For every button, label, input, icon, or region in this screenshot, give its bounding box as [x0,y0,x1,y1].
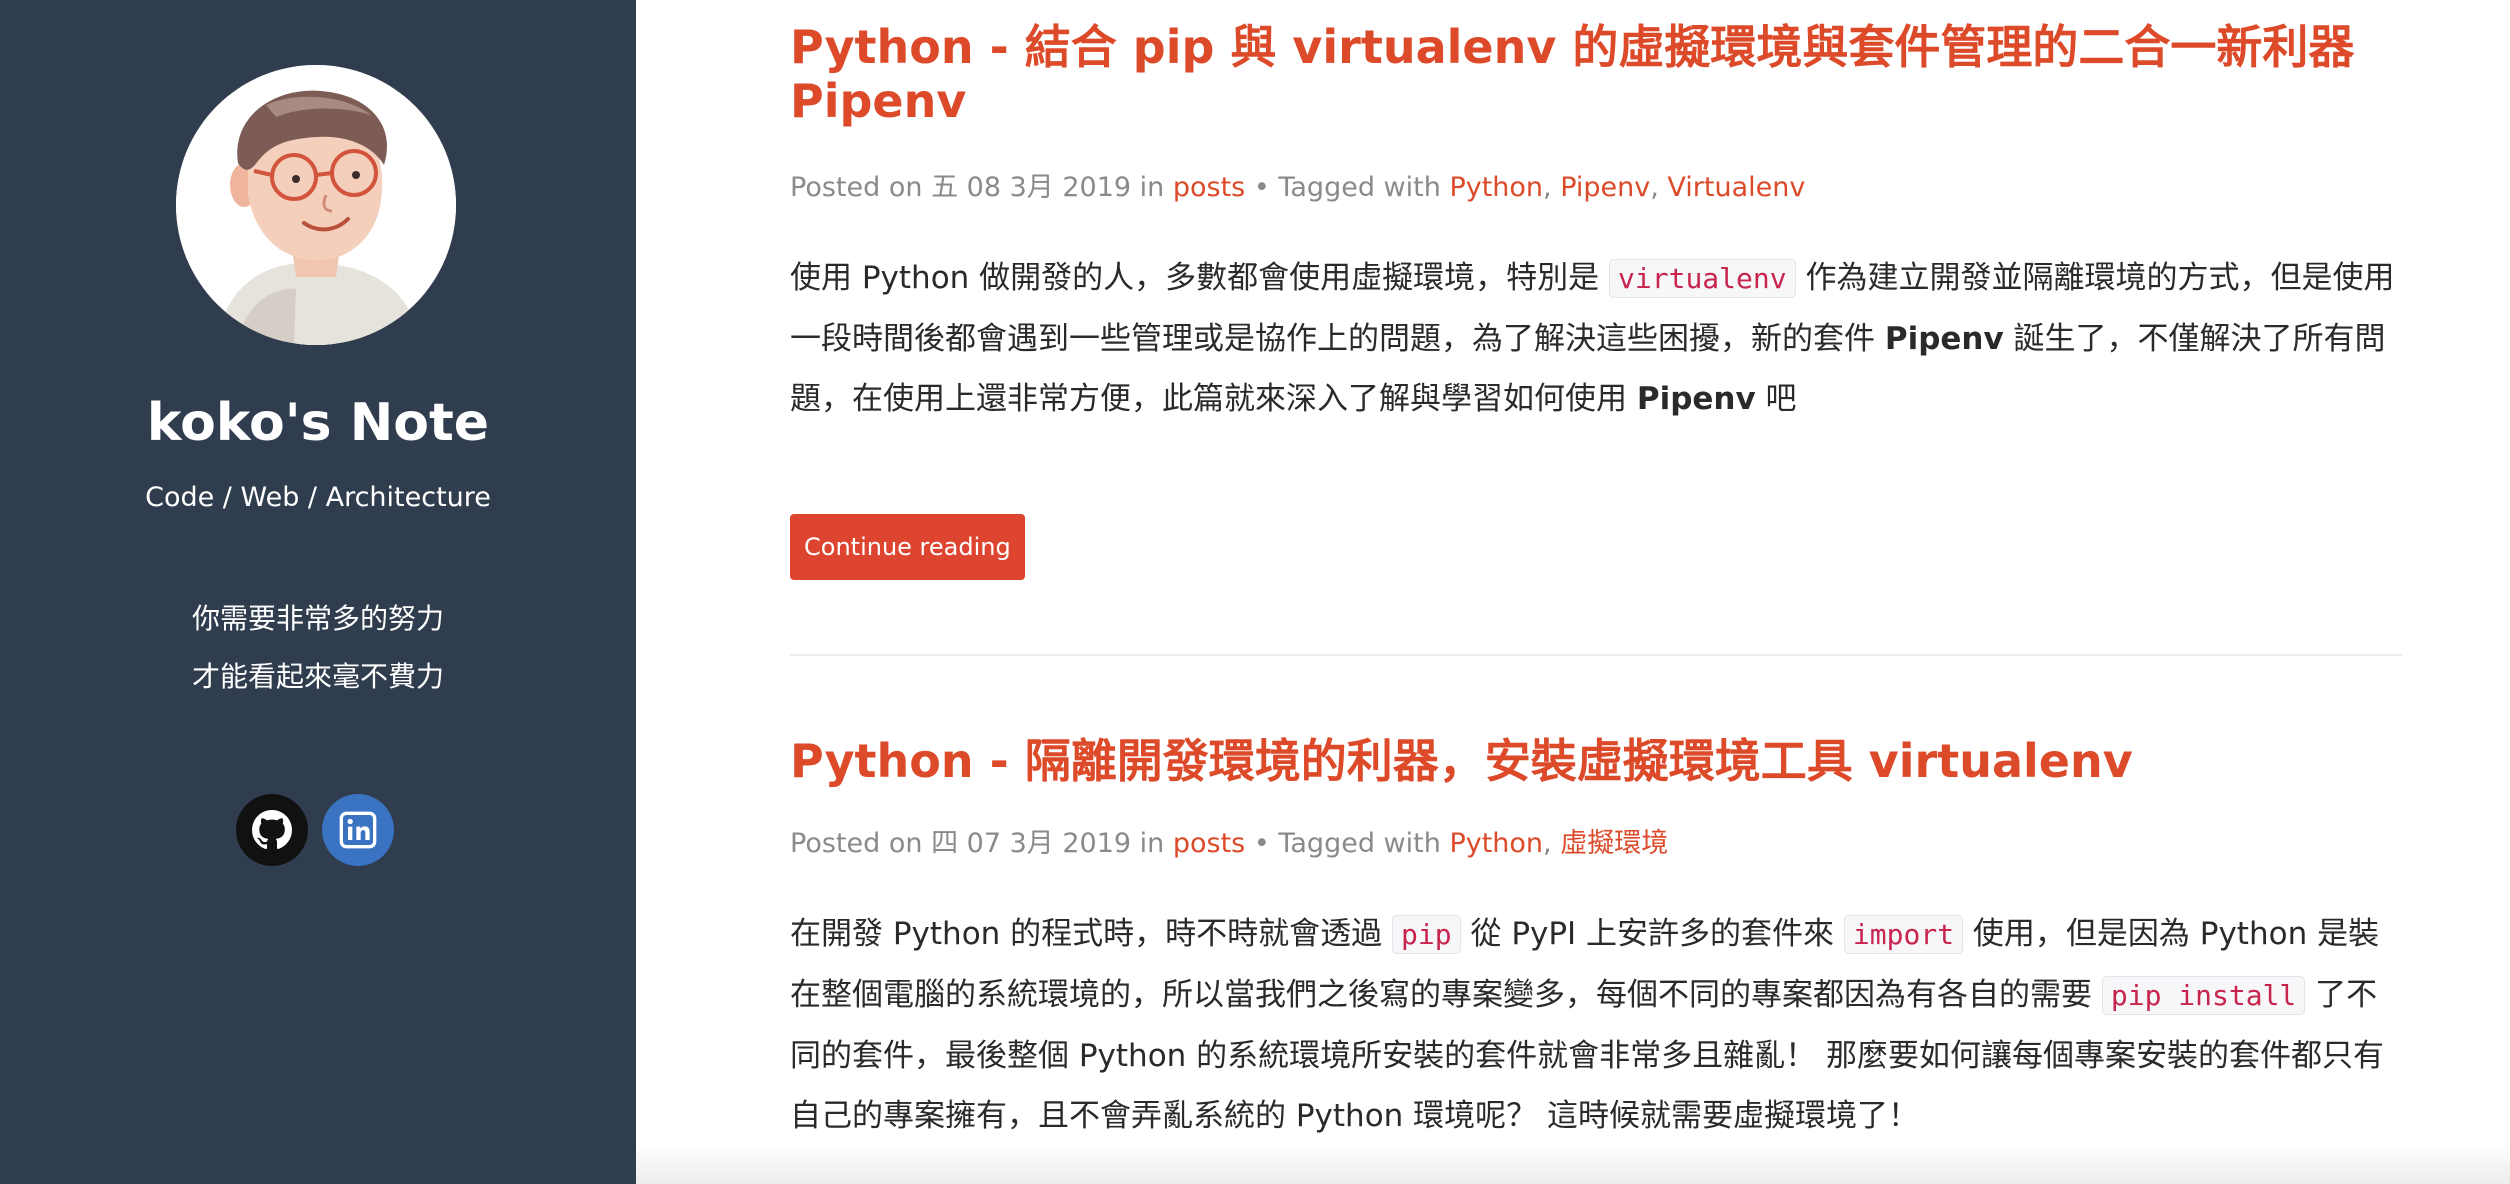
summary-text: 從 PyPI 上安許多的套件來 [1460,916,1844,952]
post-date: 四 07 3月 2019 [931,828,1132,859]
post-title[interactable]: Python - 結合 pip 與 virtualenv 的虛擬環境與套件管理的… [790,20,2402,128]
bottom-fade [636,1144,2510,1184]
tag-link[interactable]: Pipenv [1560,172,1650,203]
meta-label: • Tagged with [1253,828,1441,859]
post-summary: 在開發 Python 的程式時，時不時就會透過 pip 從 PyPI 上安許多的… [790,904,2402,1146]
sidebar: koko's Note Code / Web / Architecture 你需… [0,0,636,1184]
post-date: 五 08 3月 2019 [931,172,1132,203]
post-summary: 使用 Python 做開發的人，多數都會使用虛擬環境，特別是 virtualen… [790,248,2402,429]
summary-bold: Pipenv [1884,321,2004,357]
linkedin-icon [339,811,377,849]
category-link[interactable]: posts [1173,828,1245,859]
meta-label: in [1139,172,1165,203]
motto-line: 才能看起來毫不費力 [191,660,444,693]
meta-label: in [1139,828,1165,859]
post-meta: Posted on 四 07 3月 2019 in posts • Tagged… [790,828,1669,859]
post-item: Python - 結合 pip 與 virtualenv 的虛擬環境與套件管理的… [790,20,2402,580]
motto-line: 你需要非常多的努力 [191,602,444,635]
post-title[interactable]: Python - 隔離開發環境的利器，安裝虛擬環境工具 virtualenv [790,734,2402,788]
post-divider [790,654,2402,656]
github-link[interactable] [236,794,308,866]
inline-code: virtualenv [1609,259,1796,298]
meta-label: Posted on [790,172,923,203]
meta-label: Posted on [790,828,923,859]
post-item: Python - 隔離開發環境的利器，安裝虛擬環境工具 virtualenv P… [790,734,2402,1134]
summary-text: 在開發 Python 的程式時，時不時就會透過 [790,916,1393,952]
tag-link[interactable]: Python [1449,828,1543,859]
inline-code: pip [1392,915,1461,954]
post-meta: Posted on 五 08 3月 2019 in posts • Tagged… [790,172,1806,203]
site-title[interactable]: koko's Note [0,388,636,458]
inline-code: import [1843,915,1964,954]
avatar[interactable] [176,65,456,345]
continue-reading-button[interactable]: Continue reading [790,514,1025,580]
summary-bold: Pipenv [1636,381,1756,417]
site-subtitle: Code / Web / Architecture [145,482,491,513]
tag-link[interactable]: Virtualenv [1667,172,1805,203]
tag-link[interactable]: Python [1449,172,1543,203]
tag-link[interactable]: 虛擬環境 [1560,828,1668,859]
meta-label: • Tagged with [1253,172,1441,203]
summary-text: 使用 Python 做開發的人，多數都會使用虛擬環境，特別是 [790,260,1610,296]
github-icon [252,810,292,850]
avatar-illustration [176,65,456,345]
inline-code: pip install [2101,976,2306,1015]
linkedin-link[interactable] [322,794,394,866]
motto: 你需要非常多的努力 才能看起來毫不費力 [0,590,636,706]
category-link[interactable]: posts [1173,172,1245,203]
summary-text: 吧 [1755,381,1797,417]
